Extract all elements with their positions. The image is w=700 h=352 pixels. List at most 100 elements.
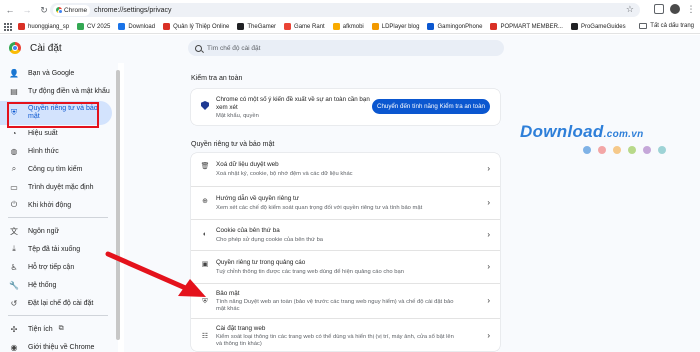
sidebar-divider	[8, 217, 108, 218]
chevron-right-icon: ›	[487, 164, 490, 173]
all-bookmarks-label: Tất cả dấu trang	[650, 23, 694, 29]
puzzle-icon: ✣	[10, 324, 18, 334]
bookmark-item[interactable]: POPMART MEMBER...	[490, 23, 563, 30]
sidebar-item-on-startup[interactable]: ⏻ Khi khởi động	[0, 198, 112, 212]
bookmark-favicon-icon	[118, 23, 126, 30]
watermark-dot	[613, 146, 621, 154]
reset-icon: ↺	[10, 298, 18, 308]
translate-icon: 文	[10, 226, 18, 236]
sidebar-item-accessibility[interactable]: ♿ Hỗ trợ tiếp cận	[0, 260, 112, 274]
sidebar-item-performance[interactable]: ◔ Hiệu suất	[0, 126, 112, 140]
all-bookmarks-folder[interactable]: Tất cả dấu trang	[639, 23, 694, 29]
bookmark-favicon-icon	[371, 23, 379, 30]
sidebar-item-search-engine[interactable]: ⌕ Công cụ tìm kiếm	[0, 162, 112, 176]
bookmark-item[interactable]: CV 2025	[77, 23, 110, 30]
highlight-box	[7, 102, 99, 128]
sidebar-item-extensions[interactable]: ✣ Tiện ích ⧉	[0, 322, 112, 336]
bookmark-item[interactable]: huonggiang_sp	[18, 23, 69, 30]
palette-icon: ◍	[10, 146, 18, 156]
sidebar-item-reset[interactable]: ↺ Đặt lại chế độ cài đặt	[0, 296, 112, 310]
sidebar-item-appearance[interactable]: ◍ Hình thức	[0, 144, 112, 158]
profile-avatar[interactable]	[670, 4, 680, 14]
power-icon: ⏻	[10, 200, 18, 209]
search-placeholder: Tìm chế độ cài đặt	[207, 44, 261, 52]
privacy-heading: Quyền riêng tư và bảo mật	[191, 141, 275, 148]
bookmark-favicon-icon	[490, 23, 498, 30]
accessibility-icon: ♿	[10, 262, 18, 272]
page-title: Cài đặt	[30, 43, 62, 54]
sidebar-item-languages[interactable]: 文 Ngôn ngữ	[0, 224, 112, 238]
trash-icon: 🗑	[200, 163, 210, 170]
row-privacy-guide[interactable]: ⊕ Hướng dẫn về quyền riêng tư Xem xét cá…	[191, 186, 500, 219]
chevron-right-icon: ›	[487, 198, 490, 207]
chrome-icon	[56, 7, 63, 14]
bookmarks-bar: huonggiang_sp CV 2025 Download Quản lý T…	[0, 20, 700, 34]
bookmark-star-icon[interactable]: ☆	[626, 4, 634, 15]
address-bar[interactable]: Chrome chrome://settings/privacy ☆	[50, 3, 640, 17]
chrome-icon: ◉	[10, 342, 18, 352]
watermark-dot	[643, 146, 651, 154]
bookmark-item[interactable]: afkmobi	[332, 23, 364, 30]
bookmark-favicon-icon	[570, 23, 578, 30]
privacy-card: 🗑 Xoá dữ liệu duyệt web Xoá nhật ký, coo…	[191, 153, 500, 351]
bookmark-item[interactable]: Download	[118, 23, 155, 30]
site-chip[interactable]: Chrome	[53, 4, 91, 16]
watermark-dots	[583, 146, 666, 154]
watermark-dot	[598, 146, 606, 154]
bookmark-item[interactable]: TheGamer	[237, 23, 276, 30]
sidebar-item-autofill[interactable]: ▤ Tự động điền và mật khẩu	[0, 84, 112, 98]
forward-icon[interactable]: →	[20, 3, 34, 17]
sidebar-item-you-and-google[interactable]: 👤 Bạn và Google	[0, 66, 112, 80]
watermark-dot	[658, 146, 666, 154]
ad-icon: ▣	[201, 261, 209, 268]
bookmark-favicon-icon	[18, 23, 25, 30]
bookmark-item[interactable]: GamingonPhone	[427, 23, 482, 30]
apps-grid-icon[interactable]	[4, 22, 12, 31]
back-icon[interactable]: ←	[3, 3, 17, 17]
safety-check-text: Chrome có một số ý kiến đề xuất về sự an…	[216, 96, 370, 111]
kebab-menu-icon[interactable]: ⋮	[686, 4, 696, 14]
search-icon: ⌕	[11, 164, 17, 173]
row-site-settings[interactable]: ☷ Cài đặt trang web Kiểm soát loại thông…	[191, 318, 500, 351]
row-security[interactable]: ⛨ Bảo mật Tính năng Duyệt web an toàn (b…	[191, 283, 500, 318]
sidebar-divider	[8, 315, 108, 316]
security-shield-icon: ⛨	[202, 298, 208, 305]
sidebar-scrollbar[interactable]	[116, 70, 120, 340]
chevron-right-icon: ›	[487, 331, 490, 340]
safety-check-heading: Kiểm tra an toàn	[191, 75, 243, 82]
chevron-right-icon: ›	[487, 230, 490, 239]
sidebar-item-system[interactable]: 🔧 Hệ thống	[0, 278, 112, 292]
settings-header: Cài đặt Tìm chế độ cài đặt	[0, 35, 700, 63]
extensions-icon[interactable]	[654, 4, 664, 14]
bookmark-favicon-icon	[284, 23, 292, 30]
shield-icon	[201, 101, 209, 110]
settings-search-input[interactable]: Tìm chế độ cài đặt	[188, 40, 504, 56]
browser-toolbar: ← → ↻ Chrome chrome://settings/privacy ☆…	[0, 0, 700, 20]
external-link-icon: ⧉	[58, 325, 64, 332]
site-chip-label: Chrome	[64, 6, 88, 14]
sidebar-item-default-browser[interactable]: ▭ Trình duyệt mặc định	[0, 180, 112, 194]
watermark-dot	[628, 146, 636, 154]
bookmark-favicon-icon	[427, 23, 435, 30]
sidebar-item-downloads[interactable]: ⤓ Tệp đã tải xuống	[0, 242, 112, 256]
download-icon: ⤓	[12, 244, 16, 253]
watermark-dot	[583, 146, 591, 154]
row-ad-privacy[interactable]: ▣ Quyền riêng tư trong quảng cáo Tuỳ chỉ…	[191, 250, 500, 283]
url-text[interactable]: chrome://settings/privacy	[94, 7, 171, 14]
bookmark-item[interactable]: Game Rant	[284, 23, 325, 30]
go-to-safety-check-button[interactable]: Chuyển đến tính năng Kiểm tra an toàn	[372, 99, 490, 114]
bookmark-item[interactable]: ProGameGuides	[570, 23, 626, 30]
chevron-right-icon: ›	[487, 262, 490, 271]
wrench-icon: 🔧	[9, 280, 19, 290]
chevron-right-icon: ›	[487, 296, 490, 305]
bookmark-item[interactable]: LDPlayer blog	[371, 23, 419, 30]
row-third-party-cookies[interactable]: ◐ Cookie của bên thứ ba Cho phép sử dụng…	[191, 219, 500, 250]
row-clear-browsing-data[interactable]: 🗑 Xoá dữ liệu duyệt web Xoá nhật ký, coo…	[191, 153, 500, 186]
cookie-icon: ◐	[202, 230, 208, 238]
browser-icon: ▭	[10, 182, 18, 192]
reload-icon[interactable]: ↻	[37, 3, 51, 17]
sidebar-item-about-chrome[interactable]: ◉ Giới thiệu về Chrome	[0, 340, 112, 352]
bookmark-favicon-icon	[163, 23, 171, 30]
bookmark-item[interactable]: Quản lý Thiệp Online	[163, 23, 229, 30]
search-icon	[195, 44, 202, 52]
